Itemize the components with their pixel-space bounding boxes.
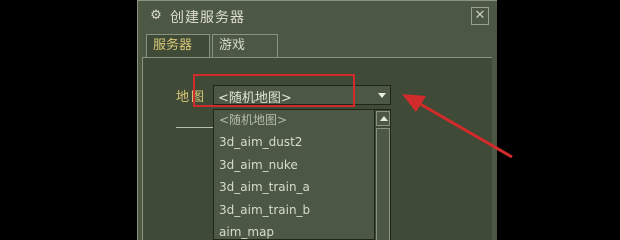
- arrow-head: [402, 94, 426, 112]
- annotation-arrow: [402, 94, 513, 159]
- arrow-shaft: [414, 99, 513, 159]
